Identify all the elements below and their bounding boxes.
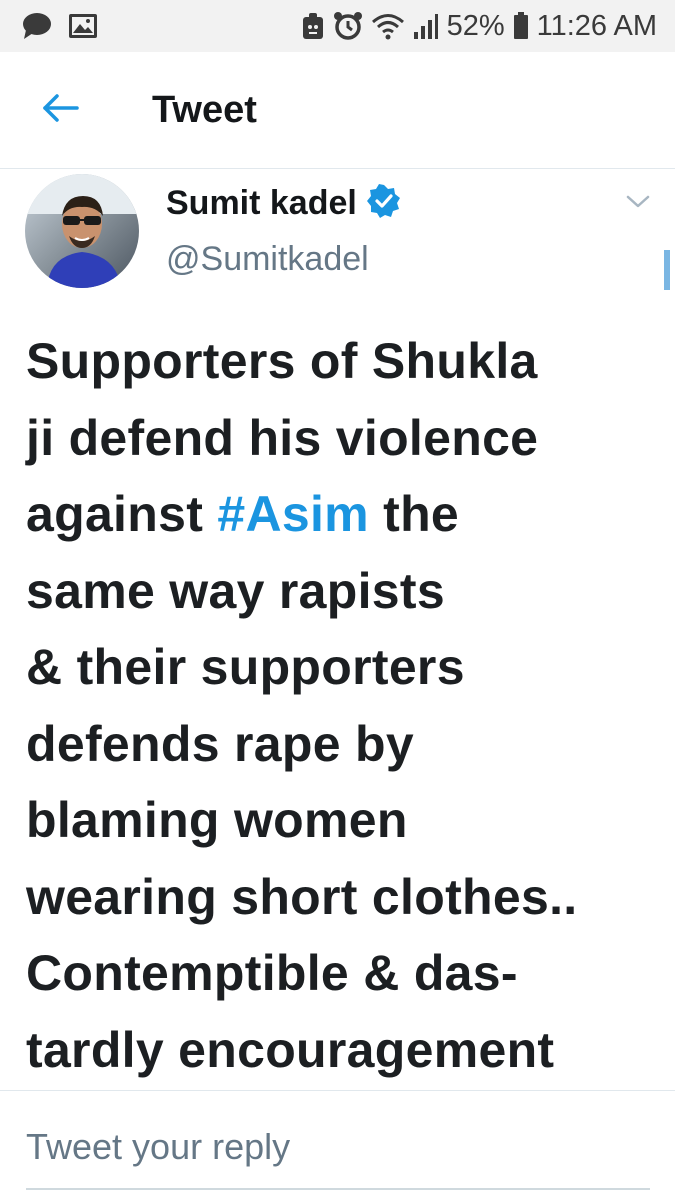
notification-icon xyxy=(301,11,325,41)
tweet-line-text: the xyxy=(368,486,460,542)
tweet-line: ji defend his violence xyxy=(26,409,539,466)
tweet-line: against #Asim the xyxy=(26,476,666,553)
avatar[interactable] xyxy=(25,174,139,288)
battery-icon xyxy=(513,12,529,40)
reply-input[interactable]: Tweet your reply xyxy=(26,1112,646,1182)
author-name[interactable]: Sumit kadel xyxy=(166,184,357,223)
signal-icon xyxy=(413,12,439,40)
tweet-menu-button[interactable] xyxy=(622,192,654,218)
tweet-line: wearing short clothes.. xyxy=(26,868,578,925)
tweet-text: Supporters of Shukla ji defend his viole… xyxy=(26,323,666,1088)
clock: 11:26 AM xyxy=(536,9,657,42)
tweet-header: Sumit kadel @Sumitkadel xyxy=(0,170,675,300)
tweet-line: & their supporters xyxy=(26,639,465,695)
author-handle[interactable]: @Sumitkadel xyxy=(166,240,369,279)
alarm-icon xyxy=(333,11,363,41)
tweet-line: Supporters of Shukla xyxy=(26,333,538,389)
page-title: Tweet xyxy=(152,88,257,131)
status-bar: 52% 11:26 AM xyxy=(0,0,675,52)
message-icon xyxy=(22,12,52,40)
divider xyxy=(0,1090,675,1091)
top-app-bar: Tweet xyxy=(0,52,675,169)
tweet-line-text: against xyxy=(26,486,218,542)
tweet-line: blaming women xyxy=(26,792,408,848)
scrollbar[interactable] xyxy=(664,250,670,290)
hashtag-link[interactable]: #Asim xyxy=(217,486,369,542)
wifi-icon xyxy=(371,12,405,40)
tweet-line: Contemptible & das- xyxy=(26,945,518,1001)
arrow-left-icon xyxy=(41,93,79,128)
author-name-row[interactable]: Sumit kadel xyxy=(166,184,401,223)
chevron-down-icon xyxy=(622,195,654,216)
tweet-line: same way rapists xyxy=(26,562,445,619)
tweet-line: defends rape by xyxy=(26,715,414,772)
tweet-line: tardly encouragement xyxy=(26,1021,555,1078)
reply-input-underline xyxy=(26,1188,650,1190)
image-icon xyxy=(68,13,98,39)
back-button[interactable] xyxy=(30,80,90,140)
battery-percent: 52% xyxy=(446,9,505,42)
verified-badge-icon xyxy=(366,184,401,223)
